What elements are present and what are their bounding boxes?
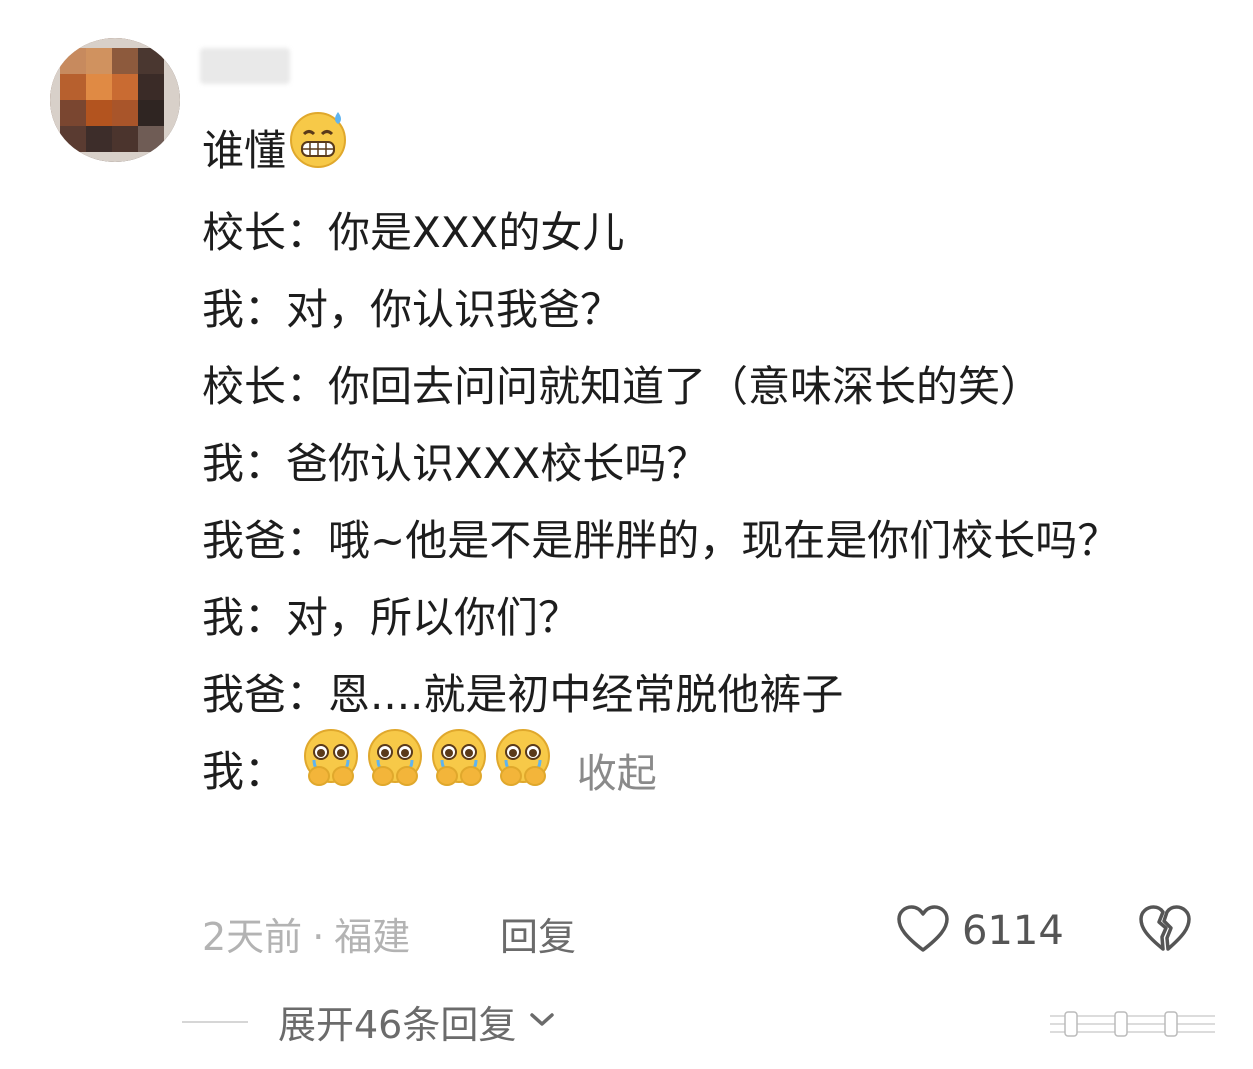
username-blurred[interactable] [200,48,290,84]
crying-hands-emoji [491,726,555,814]
comment-meta: 2天前 · 福建 [202,906,410,961]
comment-line: 我：爸你认识XXX校长吗？ [202,438,709,488]
expand-replies-button[interactable]: 展开46条回复 [182,994,556,1049]
comment-line: 我： 收起 [202,729,1212,815]
expand-replies-label: 展开46条回复 [278,1003,517,1047]
comment-line: 校长：你回去问问就知道了（意味深长的笑） [202,361,1043,411]
dislike-button[interactable] [1138,904,1192,958]
location: 福建 [334,915,411,959]
crying-hands-emoji [299,726,363,814]
watermark-icon [1045,1008,1225,1044]
grimace-sweat-emoji [286,106,350,194]
meta-separator: · [312,915,325,959]
crying-hands-emoji [427,726,491,814]
comment-line: 我爸：恩....就是初中经常脱他裤子 [202,669,844,719]
comment-line: 我：对，你认识我爸？ [202,284,623,334]
comment-line: 校长：你是XXX的女儿 [202,207,625,257]
timestamp: 2天前 [202,915,303,959]
crying-hands-emoji [363,726,427,814]
heart-outline-icon [896,904,950,958]
comment-line: 谁懂 [202,111,1212,194]
chevron-down-icon [516,1010,556,1034]
collapse-button[interactable]: 收起 [577,751,657,797]
comment-line: 我：对，所以你们？ [202,592,581,642]
comment-line: 我爸：哦~他是不是胖胖的，现在是你们校长吗？ [202,515,1120,565]
comment-text: 谁懂 [202,126,287,175]
broken-heart-icon [1138,905,1192,958]
comment-body: 谁懂 校长：你是XXX的女儿 我：对，你认识我爸？ 校长：你回去问问就知道了（意… [202,111,1212,815]
reply-button[interactable]: 回复 [500,906,576,961]
avatar[interactable] [50,38,180,162]
like-count: 6114 [962,908,1064,954]
like-button[interactable]: 6114 [896,904,1064,958]
divider [182,1020,248,1023]
comment-text: 我： [202,746,287,796]
